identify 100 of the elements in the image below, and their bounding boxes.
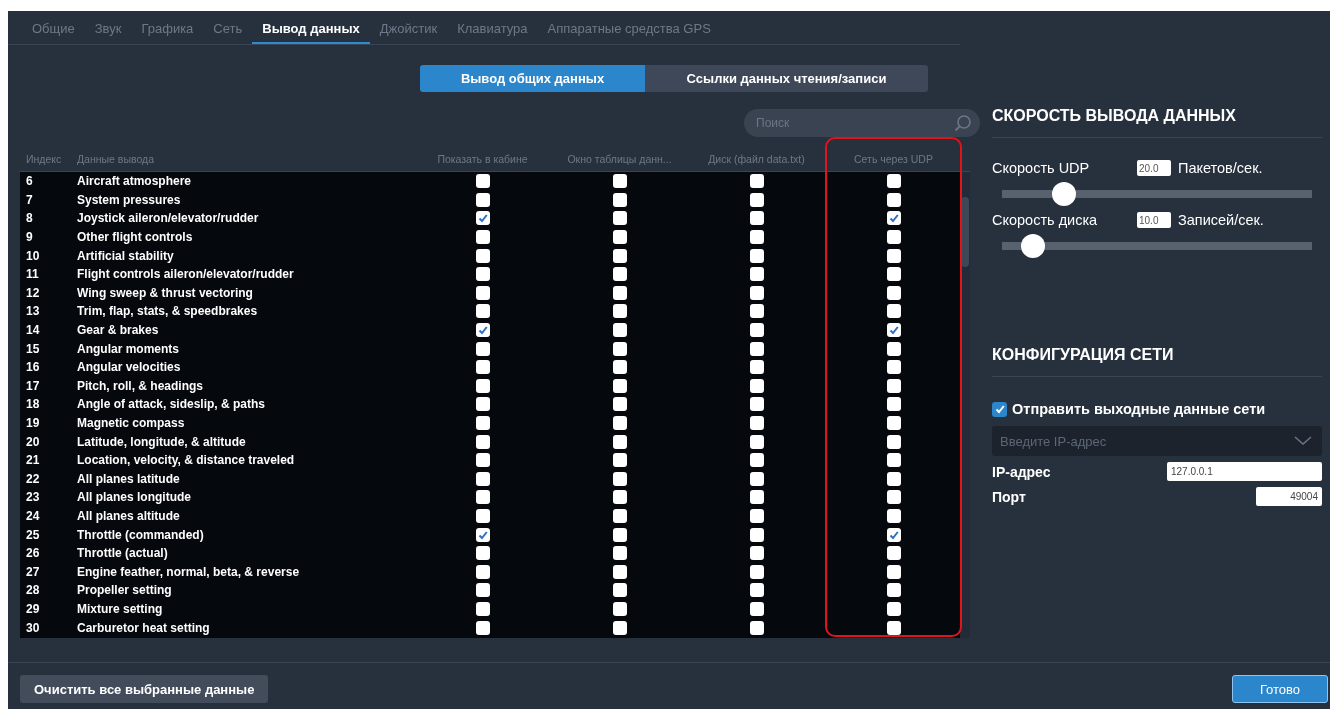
- checkbox[interactable]: [475, 471, 490, 486]
- scrollbar-thumb[interactable]: [961, 197, 969, 267]
- checkbox[interactable]: [475, 453, 490, 468]
- clear-button[interactable]: Очистить все выбранные данные: [20, 675, 269, 703]
- checkbox[interactable]: [612, 509, 627, 523]
- checkbox[interactable]: [992, 401, 1007, 417]
- checkbox[interactable]: [749, 434, 764, 449]
- checkbox[interactable]: [886, 583, 901, 598]
- checkbox[interactable]: [749, 620, 764, 635]
- checkbox[interactable]: [475, 490, 490, 505]
- checkbox[interactable]: [749, 564, 764, 579]
- number-field[interactable]: 20.0: [1137, 160, 1171, 176]
- checkbox[interactable]: [749, 546, 764, 561]
- checkbox[interactable]: [749, 397, 764, 412]
- checkbox[interactable]: [475, 397, 490, 412]
- column-header[interactable]: Диск (файл data.txt): [688, 153, 825, 165]
- checkbox[interactable]: [749, 471, 764, 486]
- checkbox[interactable]: [749, 360, 764, 375]
- checkbox[interactable]: [612, 378, 627, 393]
- checkbox[interactable]: [886, 546, 901, 561]
- tab[interactable]: Клавиатура: [447, 11, 538, 44]
- checkbox[interactable]: [749, 304, 764, 319]
- checkbox[interactable]: [749, 453, 764, 468]
- checkbox[interactable]: [886, 416, 901, 430]
- checkbox[interactable]: [475, 285, 490, 300]
- checkbox[interactable]: [749, 267, 764, 282]
- checkbox[interactable]: [886, 434, 901, 449]
- checkbox[interactable]: [475, 174, 490, 189]
- segment-tab[interactable]: Ссылки данных чтения/записи: [645, 65, 928, 92]
- checkbox[interactable]: [749, 341, 764, 356]
- checkbox[interactable]: [612, 304, 627, 319]
- checkbox[interactable]: [612, 416, 627, 430]
- checkbox[interactable]: [612, 230, 627, 245]
- checkbox[interactable]: [475, 211, 490, 226]
- checkbox[interactable]: [612, 564, 627, 579]
- checkbox[interactable]: [475, 416, 490, 430]
- checkbox[interactable]: [475, 341, 490, 356]
- column-header[interactable]: Сеть через UDP: [825, 153, 962, 165]
- checkbox[interactable]: [475, 434, 490, 449]
- checkbox[interactable]: [886, 174, 901, 189]
- checkbox[interactable]: [475, 360, 490, 375]
- segment-tab[interactable]: Вывод общих данных: [420, 65, 645, 92]
- checkbox[interactable]: [475, 304, 490, 319]
- checkbox[interactable]: [475, 248, 490, 263]
- checkbox[interactable]: [886, 230, 901, 245]
- checkbox[interactable]: [886, 211, 901, 226]
- checkbox[interactable]: [886, 490, 901, 505]
- checkbox[interactable]: [749, 527, 764, 542]
- checkbox[interactable]: [749, 490, 764, 505]
- checkbox[interactable]: [886, 378, 901, 393]
- column-header[interactable]: Показать в кабине: [414, 153, 551, 165]
- checkbox[interactable]: [475, 527, 490, 542]
- checkbox[interactable]: [475, 546, 490, 561]
- ip-dropdown[interactable]: Введите IP-адрес: [992, 426, 1322, 456]
- tab[interactable]: Звук: [84, 11, 132, 44]
- checkbox[interactable]: [612, 397, 627, 412]
- checkbox[interactable]: [475, 620, 490, 635]
- checkbox[interactable]: [886, 564, 901, 579]
- checkbox[interactable]: [475, 230, 490, 245]
- checkbox[interactable]: [612, 583, 627, 598]
- done-button[interactable]: Готово: [1232, 675, 1328, 703]
- checkbox[interactable]: [612, 527, 627, 542]
- checkbox[interactable]: [886, 360, 901, 375]
- checkbox[interactable]: [749, 230, 764, 245]
- column-header[interactable]: Индекс: [20, 153, 77, 165]
- checkbox[interactable]: [475, 564, 490, 579]
- checkbox[interactable]: [475, 267, 490, 282]
- checkbox[interactable]: [886, 601, 901, 616]
- scrollbar[interactable]: [960, 172, 970, 638]
- checkbox[interactable]: [749, 174, 764, 189]
- checkbox[interactable]: [749, 601, 764, 616]
- tab[interactable]: Джойстик: [369, 11, 448, 44]
- checkbox[interactable]: [886, 304, 901, 319]
- checkbox[interactable]: [612, 248, 627, 263]
- checkbox[interactable]: [886, 192, 901, 207]
- checkbox[interactable]: [749, 378, 764, 393]
- slider-thumb[interactable]: [1021, 234, 1045, 258]
- checkbox[interactable]: [475, 509, 490, 523]
- number-field[interactable]: 10.0: [1137, 212, 1171, 228]
- checkbox[interactable]: [749, 323, 764, 338]
- checkbox[interactable]: [749, 248, 764, 263]
- text-field[interactable]: 127.0.0.1: [1167, 462, 1322, 481]
- column-header[interactable]: Окно таблицы данн...: [551, 153, 688, 165]
- checkbox[interactable]: [612, 211, 627, 226]
- checkbox[interactable]: [612, 323, 627, 338]
- checkbox[interactable]: [612, 174, 627, 189]
- checkbox[interactable]: [612, 360, 627, 375]
- checkbox[interactable]: [886, 323, 901, 338]
- checkbox[interactable]: [612, 285, 627, 300]
- checkbox[interactable]: [886, 248, 901, 263]
- tab[interactable]: Аппаратные средства GPS: [537, 11, 721, 44]
- checkbox[interactable]: [475, 583, 490, 598]
- checkbox[interactable]: [612, 192, 627, 207]
- checkbox[interactable]: [886, 267, 901, 282]
- checkbox[interactable]: [612, 471, 627, 486]
- column-header[interactable]: Данные вывода: [77, 153, 414, 165]
- checkbox[interactable]: [749, 416, 764, 430]
- checkbox[interactable]: [886, 285, 901, 300]
- tab[interactable]: Вывод данных: [252, 11, 370, 44]
- checkbox[interactable]: [612, 620, 627, 635]
